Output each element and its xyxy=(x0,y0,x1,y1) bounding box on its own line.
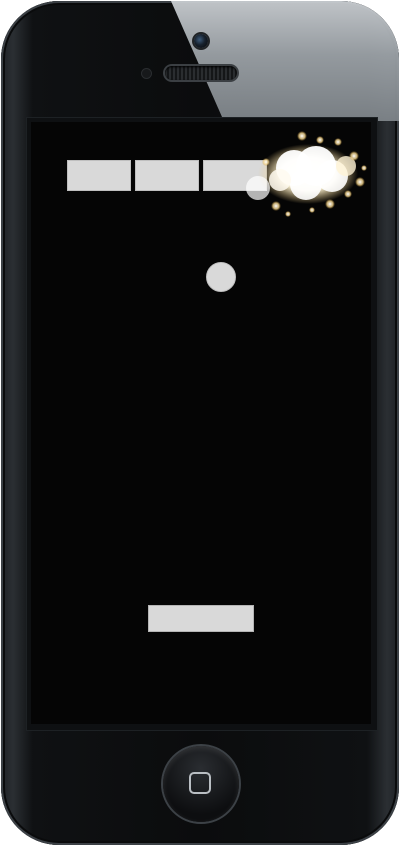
explosion-effect xyxy=(246,131,367,217)
screen-glare xyxy=(171,1,399,121)
paddle[interactable] xyxy=(148,605,254,632)
front-camera-icon xyxy=(194,34,208,48)
proximity-sensor xyxy=(142,69,151,78)
brick xyxy=(135,160,199,191)
square-home-icon xyxy=(189,772,211,794)
home-button[interactable] xyxy=(163,746,239,822)
ball xyxy=(206,262,236,292)
phone-device xyxy=(1,1,399,845)
earpiece-speaker xyxy=(165,66,237,80)
game-screen[interactable] xyxy=(31,122,371,724)
brick xyxy=(67,160,131,191)
